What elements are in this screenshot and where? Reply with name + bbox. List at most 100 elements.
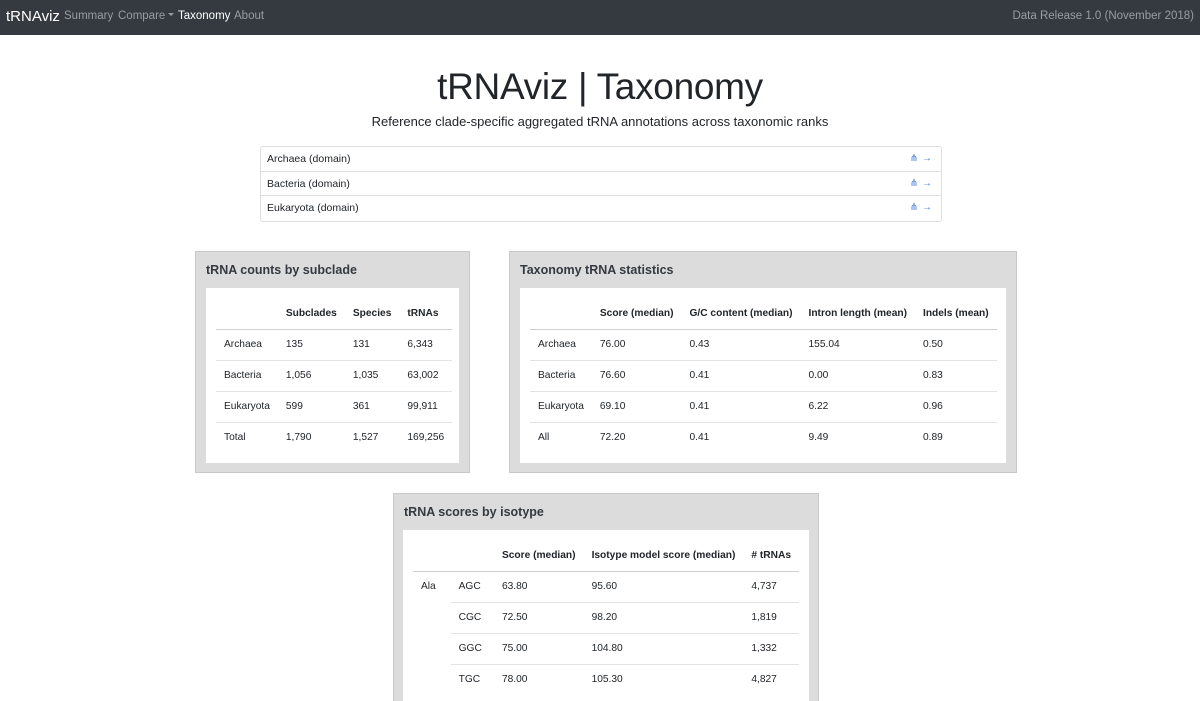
table-row: Total 1,790 1,527 169,256 xyxy=(216,422,452,453)
table-cell: 0.43 xyxy=(681,329,801,361)
table-cell: 0.41 xyxy=(689,432,710,444)
nav-about[interactable]: About xyxy=(234,10,264,22)
arrow-right-icon[interactable]: → xyxy=(922,178,932,189)
table-cell: 104.80 xyxy=(583,633,744,665)
nav-compare-label: Compare xyxy=(118,10,166,22)
tree-icon[interactable]: ⋔ xyxy=(910,178,918,189)
table-cell: 78.00 xyxy=(501,674,528,686)
domain-label: Archaea (domain) xyxy=(267,153,351,165)
table-cell: 131 xyxy=(344,329,400,361)
table-cell: 1,035 xyxy=(344,360,400,392)
card-body: Score (median) G/C content (median) Intr… xyxy=(520,288,1006,463)
table-cell: 1,527 xyxy=(352,432,379,444)
column-header: Isotype model score (median) xyxy=(583,540,744,572)
nav-compare[interactable]: Compare xyxy=(118,10,175,22)
table-header-row: Score (median) Isotype model score (medi… xyxy=(413,540,799,572)
table-cell: 169,256 xyxy=(407,432,445,444)
domain-item-bacteria[interactable]: Bacteria (domain) ⋔ → xyxy=(261,172,941,196)
table-header-row: Score (median) G/C content (median) Intr… xyxy=(530,298,997,330)
tree-icon[interactable]: ⋔ xyxy=(910,153,918,164)
table-cell xyxy=(413,633,451,664)
table-row: Ala AGC 63.80 95.60 4,737 xyxy=(413,571,799,603)
isotype-scores-card: tRNA scores by isotype Score (median) Is… xyxy=(393,493,819,701)
arrow-right-icon[interactable]: → xyxy=(922,153,932,164)
card-title: tRNA scores by isotype xyxy=(404,505,544,519)
card-body: Score (median) Isotype model score (medi… xyxy=(403,530,809,701)
table-cell: 69.10 xyxy=(591,391,682,423)
table-cell: 0.41 xyxy=(681,391,801,423)
column-header: Intron length (mean) xyxy=(800,298,915,330)
card-title: tRNA counts by subclade xyxy=(206,263,357,277)
table-row: Bacteria 76.60 0.41 0.00 0.83 xyxy=(530,360,997,392)
column-header: Score (median) xyxy=(493,540,584,572)
table-cell: 76.60 xyxy=(591,360,682,392)
table-row: CGC 72.50 98.20 1,819 xyxy=(413,602,799,634)
stats-table: Score (median) G/C content (median) Intr… xyxy=(530,298,997,453)
column-header: Score (median) xyxy=(591,298,682,330)
page-subtitle: Reference clade-specific aggregated tRNA… xyxy=(371,114,829,129)
table-cell: 98.20 xyxy=(583,602,744,634)
table-cell: 135 xyxy=(277,329,345,361)
caret-down-icon xyxy=(168,13,175,17)
column-header: Subclades xyxy=(277,298,345,330)
table-cell: 0.83 xyxy=(914,360,997,392)
table-cell: Bacteria xyxy=(530,360,592,392)
table-row: Eukaryota 69.10 0.41 6.22 0.96 xyxy=(530,391,997,423)
domain-item-eukaryota[interactable]: Eukaryota (domain) ⋔ → xyxy=(261,196,941,221)
table-cell: 9.49 xyxy=(808,432,829,444)
page-title: tRNAviz | Taxonomy xyxy=(437,66,763,107)
table-cell: 0.50 xyxy=(914,329,997,361)
subclade-counts-card: tRNA counts by subclade Subclades Specie… xyxy=(195,251,470,473)
table-cell: 63.80 xyxy=(493,571,584,603)
table-cell: 0.96 xyxy=(914,391,997,423)
table-cell xyxy=(413,664,451,695)
table-cell: Archaea xyxy=(216,329,278,361)
nav-summary[interactable]: Summary xyxy=(64,10,113,22)
table-cell: 63,002 xyxy=(399,360,453,392)
column-header: Species xyxy=(344,298,400,330)
table-cell: 0.41 xyxy=(681,360,801,392)
domain-item-archaea[interactable]: Archaea (domain) ⋔ → xyxy=(261,147,941,172)
column-header xyxy=(413,540,451,572)
table-cell: 599 xyxy=(277,391,345,423)
table-row: Eukaryota 599 361 99,911 xyxy=(216,391,453,423)
arrow-right-icon[interactable]: → xyxy=(922,202,932,213)
card-body: Subclades Species tRNAs Archaea 135 131 … xyxy=(206,288,459,463)
table-cell: CGC xyxy=(450,602,494,634)
table-cell: 72.20 xyxy=(599,432,626,444)
table-cell: 75.00 xyxy=(493,633,584,665)
table-header-row: Subclades Species tRNAs xyxy=(216,298,453,330)
table-cell: 76.00 xyxy=(591,329,682,361)
table-cell: Total xyxy=(224,432,246,444)
table-row: All 72.20 0.41 9.49 0.89 xyxy=(530,422,997,453)
tree-icon[interactable]: ⋔ xyxy=(910,202,918,213)
isotype-table: Score (median) Isotype model score (medi… xyxy=(413,540,799,695)
table-cell: 95.60 xyxy=(583,571,744,603)
table-row: Archaea 76.00 0.43 155.04 0.50 xyxy=(530,329,997,361)
table-cell: 1,790 xyxy=(285,432,312,444)
table-cell: 99,911 xyxy=(399,391,453,423)
table-row: Archaea 135 131 6,343 xyxy=(216,329,453,361)
column-header xyxy=(450,540,494,572)
table-cell: 1,819 xyxy=(743,602,799,634)
table-cell: GGC xyxy=(450,633,494,665)
table-cell: 105.30 xyxy=(591,674,623,686)
column-header: tRNAs xyxy=(399,298,453,330)
column-header xyxy=(530,298,592,330)
column-header xyxy=(216,298,278,330)
nav-taxonomy[interactable]: Taxonomy xyxy=(178,10,230,22)
data-release-label: Data Release 1.0 (November 2018) xyxy=(1012,10,1194,22)
table-cell: 0.89 xyxy=(922,432,943,444)
table-cell: 72.50 xyxy=(493,602,584,634)
table-cell: Archaea xyxy=(530,329,592,361)
subclade-table: Subclades Species tRNAs Archaea 135 131 … xyxy=(216,298,453,453)
table-cell xyxy=(413,602,451,633)
table-cell: 6,343 xyxy=(399,329,453,361)
table-cell: 361 xyxy=(344,391,400,423)
domain-label: Bacteria (domain) xyxy=(267,177,350,190)
top-navbar: tRNAviz Summary Compare Taxonomy About D… xyxy=(0,0,1200,35)
domain-label: Eukaryota (domain) xyxy=(267,202,359,214)
isotype-label: Ala xyxy=(421,581,436,593)
brand-logo[interactable]: tRNAviz xyxy=(6,8,60,25)
card-title: Taxonomy tRNA statistics xyxy=(520,263,674,277)
